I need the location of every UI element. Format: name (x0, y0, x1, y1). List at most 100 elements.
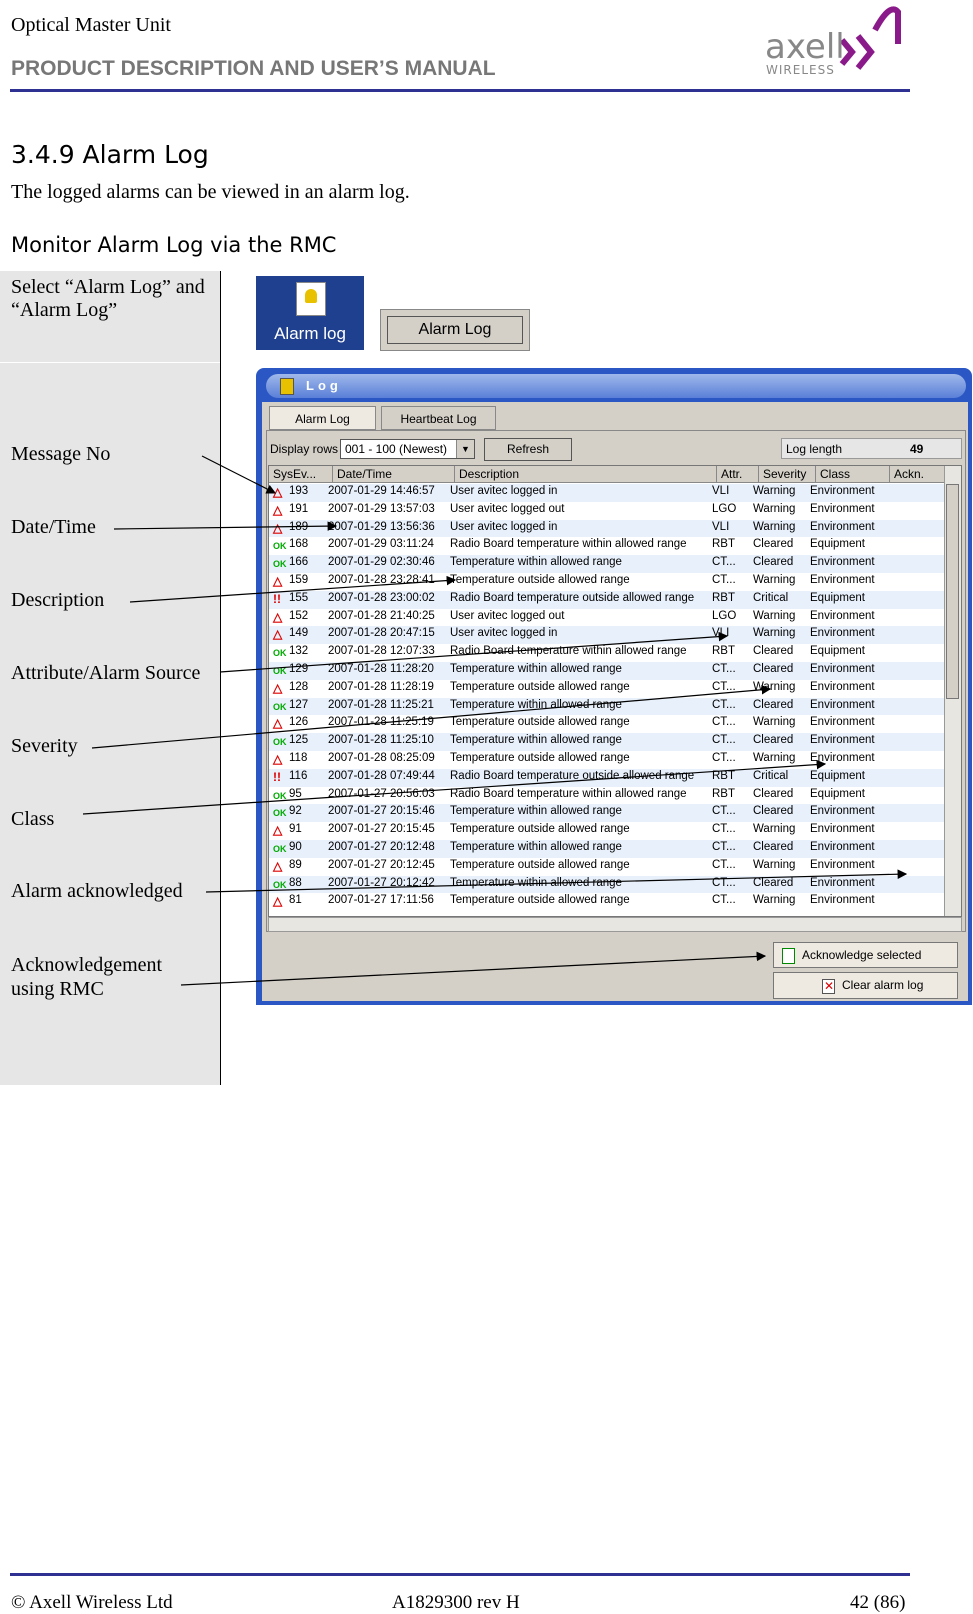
cell-cls: Environment (810, 680, 875, 693)
table-row[interactable]: △ 189 2007-01-29 13:56:36 User avitec logge… (269, 519, 945, 538)
table-row[interactable]: OK 88 2007-01-27 20:12:42 Temperature withi… (269, 875, 945, 894)
ok-status-icon: OK (273, 666, 287, 676)
acknowledge-alarms-button[interactable]: Acknowledge selected alarms (773, 942, 958, 986)
column-header-class[interactable]: Class (816, 466, 890, 483)
cell-id: 88 (289, 876, 302, 889)
tab-alarm-log[interactable]: Alarm Log (269, 406, 376, 430)
cell-sev: Warning (753, 716, 796, 729)
table-row[interactable]: OK 168 2007-01-29 03:11:24 Radio Board temp… (269, 537, 945, 555)
cell-attr: CT... (712, 876, 736, 889)
alarm-log-table: SysEv... Date/Time Description Attr. Sev… (268, 465, 962, 917)
cell-attr: CT... (712, 894, 736, 907)
table-row[interactable]: OK 90 2007-01-27 20:12:48 Temperature withi… (269, 840, 945, 858)
cell-id: 90 (289, 841, 302, 853)
refresh-button[interactable]: Refresh (484, 438, 572, 461)
clear-alarm-log-button[interactable]: Clear alarm log (773, 972, 958, 999)
warning-triangle-icon: △ (273, 609, 283, 624)
ok-status-icon: OK (273, 559, 287, 570)
cell-date: 2007-01-28 23:28:41 (328, 574, 435, 586)
cell-date: 2007-01-27 20:15:45 (328, 823, 435, 836)
cell-cls: Equipment (810, 645, 865, 658)
table-row[interactable]: △ 128 2007-01-28 11:28:19 Temperature outsi… (269, 680, 945, 698)
table-row[interactable]: △ 159 2007-01-28 23:28:41 Temperature outsi… (269, 573, 945, 591)
footer-page-number: 42 (86) (850, 1592, 906, 1613)
table-row[interactable]: !! 116 2007-01-28 07:49:44 Radio Board temp… (269, 768, 945, 787)
warning-triangle-icon: △ (273, 752, 283, 766)
cell-desc: Temperature outside allowed range (450, 858, 630, 871)
cell-attr: CT... (712, 858, 736, 871)
cell-desc: Radio Board temperature outside allowed … (450, 591, 695, 604)
cell-attr: CT... (712, 556, 736, 569)
cell-desc: Radio Board temperature within allowed r… (450, 645, 687, 658)
ok-status-icon: OK (273, 879, 287, 890)
column-header-severity[interactable]: Severity (759, 466, 816, 483)
table-row[interactable]: △ 149 2007-01-28 20:47:15 User avitec logge… (269, 626, 945, 645)
tab-heartbeat-log[interactable]: Heartbeat Log (381, 406, 496, 430)
cell-cls: Equipment (810, 538, 865, 551)
table-row[interactable]: △ 118 2007-01-28 08:25:09 Temperature outsi… (269, 751, 945, 769)
column-header-description[interactable]: Description (455, 466, 717, 483)
cell-id: 128 (289, 680, 309, 693)
cell-attr: VLI (712, 627, 730, 640)
cell-sev: Warning (753, 485, 796, 497)
cell-attr: RBT (712, 787, 735, 800)
table-row[interactable]: △ 193 2007-01-29 14:46:57 User avitec logge… (269, 484, 945, 502)
cell-sev: Cleared (753, 841, 794, 853)
alarm-log-icon-button[interactable]: Alarm log (256, 276, 364, 350)
cell-date: 2007-01-29 02:30:46 (328, 556, 435, 569)
cell-cls: Environment (810, 805, 875, 818)
horizontal-scrollbar[interactable] (268, 917, 962, 932)
column-header-attr[interactable]: Attr. (717, 466, 759, 483)
table-row[interactable]: OK 132 2007-01-28 12:07:33 Radio Board temp… (269, 644, 945, 662)
cell-desc: Radio Board temperature within allowed r… (450, 787, 687, 800)
cell-date: 2007-01-27 20:56:03 (328, 787, 435, 800)
window-title-bar: Log (266, 374, 966, 398)
column-header-ackn[interactable]: Ackn. (890, 466, 945, 483)
table-row[interactable]: OK 95 2007-01-27 20:56:03 Radio Board tempe… (269, 787, 945, 805)
vertical-scrollbar[interactable] (944, 466, 961, 916)
cell-sev: Warning (753, 858, 796, 871)
table-row[interactable]: OK 125 2007-01-28 11:25:10 Temperature with… (269, 733, 945, 751)
callout-alarm-acknowledged: Alarm acknowledged (11, 880, 183, 902)
cell-sev: Warning (753, 609, 796, 622)
table-row[interactable]: △ 152 2007-01-28 21:40:25 User avitec logge… (269, 609, 945, 627)
cell-sev: Warning (753, 752, 796, 764)
column-header-sysev[interactable]: SysEv... (269, 466, 333, 483)
cell-date: 2007-01-27 17:11:56 (328, 894, 434, 907)
cell-date: 2007-01-29 03:11:24 (328, 538, 434, 551)
column-header-datetime[interactable]: Date/Time (333, 466, 455, 483)
display-rows-select[interactable]: 001 - 100 (Newest) ▼ (340, 439, 475, 459)
axell-logo: axell WIRELESS (765, 0, 915, 80)
table-row[interactable]: △ 126 2007-01-28 11:25:19 Temperature outsi… (269, 715, 945, 733)
cell-attr: CT... (712, 805, 736, 818)
cell-cls: Environment (810, 734, 875, 747)
table-row[interactable]: △ 81 2007-01-27 17:11:56 Temperature outsid… (269, 893, 945, 911)
table-row[interactable]: OK 166 2007-01-29 02:30:46 Temperature with… (269, 555, 945, 573)
scrollbar-thumb[interactable] (946, 484, 959, 699)
cell-id: 149 (289, 627, 309, 640)
logo-chevrons-icon (839, 6, 901, 70)
cell-id: 152 (289, 609, 309, 622)
table-row[interactable]: OK 92 2007-01-27 20:15:46 Temperature withi… (269, 804, 945, 823)
alarm-log-menu-button[interactable]: Alarm Log (380, 309, 530, 351)
table-row[interactable]: OK 129 2007-01-28 11:28:20 Temperature with… (269, 662, 945, 680)
table-row[interactable]: OK 127 2007-01-28 11:25:21 Temperature with… (269, 697, 945, 716)
table-row[interactable]: △ 191 2007-01-29 13:57:03 User avitec logge… (269, 502, 945, 520)
table-row[interactable]: !! 155 2007-01-28 23:00:02 Radio Board temp… (269, 590, 945, 609)
chevron-down-icon[interactable]: ▼ (456, 440, 474, 458)
cell-id: 92 (289, 805, 302, 818)
window-bell-icon (280, 378, 294, 395)
procedure-title: Monitor Alarm Log via the RMC (11, 233, 337, 257)
document-title: Optical Master Unit (11, 14, 171, 36)
callout-description: Description (11, 589, 105, 611)
table-row[interactable]: △ 89 2007-01-27 20:12:45 Temperature outsid… (269, 858, 945, 876)
cell-date: 2007-01-28 11:25:10 (328, 734, 434, 747)
cell-id: 81 (289, 894, 302, 907)
cell-desc: Temperature within allowed range (450, 698, 622, 711)
cell-attr: CT... (712, 698, 736, 711)
cell-sev: Warning (753, 823, 796, 836)
cell-desc: Temperature outside allowed range (450, 752, 630, 764)
cell-sev: Cleared (753, 645, 794, 658)
callout-ack-rmc: Acknowledgement using RMC (11, 954, 163, 1000)
table-row[interactable]: △ 91 2007-01-27 20:15:45 Temperature outsid… (269, 822, 945, 840)
